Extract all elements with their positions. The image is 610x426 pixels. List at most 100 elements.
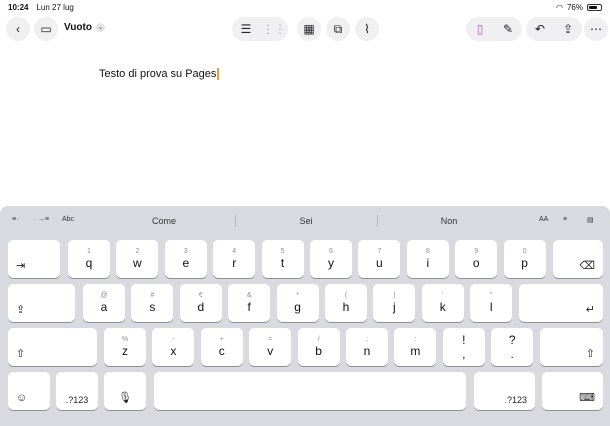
dismiss-keyboard-key[interactable]: ⌨ [542, 372, 603, 410]
table-style-button[interactable]: ⋮⋮ [260, 17, 288, 41]
insert-table-button[interactable]: ▦ [297, 17, 321, 41]
numbers-key-label: .?123 [65, 395, 89, 405]
key-g[interactable]: * g [276, 284, 319, 322]
key-hint: = [268, 336, 273, 343]
insert-block-icon: ▤ [587, 217, 594, 224]
insert-button[interactable]: ▤ [587, 216, 594, 224]
space-bar[interactable] [154, 372, 466, 410]
key-x[interactable]: -x [152, 328, 195, 366]
key-hint: : [414, 336, 417, 343]
key-hint: 3 [183, 248, 188, 255]
key-e[interactable]: 3e [164, 240, 207, 278]
share-button[interactable]: ⇪ [554, 17, 582, 41]
key-hint: 2 [135, 248, 140, 255]
indent-button[interactable]: →≡ [38, 216, 49, 223]
document-title-label: Vuoto [64, 22, 92, 33]
insert-media-button[interactable]: ⌇ [355, 17, 379, 41]
tab-key[interactable]: ⇥ [8, 240, 60, 278]
align-button[interactable]: ≡ [563, 216, 567, 223]
key-a[interactable]: @ a [83, 284, 125, 322]
list-icon: ☰ [240, 22, 252, 36]
caps-lock-key[interactable]: ⇪ [8, 284, 75, 322]
key-j[interactable]: ) j [373, 284, 416, 322]
chevron-down-icon: ⌄ [95, 23, 105, 32]
key-z[interactable]: % z [104, 328, 146, 366]
key-hint: % [121, 336, 129, 343]
key-y[interactable]: 6y [310, 240, 352, 278]
delete-key[interactable]: ⌫ [553, 240, 603, 278]
key-hint: " [489, 292, 493, 299]
list-button[interactable]: ☰ [232, 17, 260, 41]
key-b[interactable]: / b [297, 328, 340, 366]
numbers-key-left[interactable]: .?123 [56, 372, 98, 410]
key-h[interactable]: (h [325, 284, 367, 322]
key-hint: ) [393, 292, 396, 299]
key-t[interactable]: 5t [261, 240, 304, 278]
key-w[interactable]: 2w [116, 240, 159, 278]
key-hint: & [246, 292, 252, 299]
sidebar-button[interactable]: ▭ [34, 17, 58, 41]
battery-fill [589, 5, 597, 9]
key-l[interactable]: " l [470, 284, 513, 322]
shapes-icon: ⧉ [333, 21, 343, 36]
status-right: ◠ 76% [556, 3, 602, 12]
sidebar-icon: ▭ [40, 22, 52, 36]
shift-key-right[interactable]: ⇧ [540, 328, 603, 366]
more-button[interactable]: ⋯ [584, 17, 608, 41]
document-text: Testo di prova su Pages [99, 68, 217, 80]
key-p[interactable]: 0p [503, 240, 546, 278]
numbers-key-right[interactable]: .?123 [474, 372, 535, 410]
key-n[interactable]: ; n [346, 328, 388, 366]
numbers-key-label: .?123 [504, 395, 527, 405]
undo-button[interactable]: ↶ [526, 17, 554, 41]
key-r[interactable]: 4r [213, 240, 256, 278]
format-brush-button[interactable]: ✎ [494, 17, 522, 41]
suggestion-1[interactable]: Come [134, 216, 194, 226]
key-hint: € [198, 292, 203, 299]
return-key[interactable]: ↵ [519, 284, 603, 322]
highlighter-icon: ▯ [476, 22, 484, 36]
list-format-button[interactable]: ≡· [12, 216, 18, 223]
key-u[interactable]: 7u [358, 240, 401, 278]
key-label: e [182, 256, 190, 270]
font-size-button[interactable]: AA [539, 216, 548, 223]
key-c[interactable]: + c [200, 328, 243, 366]
abc-button[interactable]: Abc [62, 216, 74, 223]
key-s[interactable]: # s [131, 284, 174, 322]
shift-key-left[interactable]: ⇧ [8, 328, 97, 366]
key-hint: ; [366, 336, 368, 343]
key-m[interactable]: :m [394, 328, 437, 366]
document-canvas[interactable]: Testo di prova su Pages [0, 44, 610, 206]
insert-shape-button[interactable]: ⧉ [326, 17, 350, 41]
key-label: f [247, 300, 251, 314]
suggestion-2[interactable]: Sei [276, 216, 336, 226]
status-date: Lun 27 lug [36, 2, 74, 12]
key-k[interactable]: ' k [421, 284, 464, 322]
key-o[interactable]: 9o [455, 240, 498, 278]
key-label: g [294, 300, 301, 314]
quicktype-bar: ≡· →≡ Abc Come Sei Non AA ≡ ▤ [0, 206, 610, 236]
key-hint: @ [100, 292, 108, 299]
key-i[interactable]: 8i [406, 240, 449, 278]
key-d[interactable]: € d [179, 284, 222, 322]
key-f[interactable]: & f [228, 284, 271, 322]
key-![interactable]: !, [442, 328, 485, 366]
chevron-left-icon: ‹ [16, 22, 20, 36]
align-left-icon: ≡ [563, 216, 568, 223]
undo-icon: ↶ [534, 22, 546, 36]
key-v[interactable]: = v [249, 328, 292, 366]
key-label: z [122, 344, 128, 358]
wifi-icon: ◠ [556, 2, 563, 12]
suggestion-3[interactable]: Non [419, 216, 479, 226]
emoji-key[interactable]: ☺ [8, 372, 50, 410]
key-q[interactable]: 1q [68, 240, 110, 278]
paperclip-icon: ⌇ [364, 22, 370, 36]
document-title[interactable]: Vuoto ⌄ [64, 22, 105, 33]
key-hint: 8 [425, 248, 430, 255]
battery-icon [587, 3, 602, 11]
highlight-button[interactable]: ▯ [466, 17, 494, 41]
back-button[interactable]: ‹ [6, 17, 30, 41]
key-?[interactable]: ?. [491, 328, 534, 366]
document-body[interactable]: Testo di prova su Pages [99, 68, 220, 81]
dictation-key[interactable]: 🎙 [104, 372, 146, 410]
